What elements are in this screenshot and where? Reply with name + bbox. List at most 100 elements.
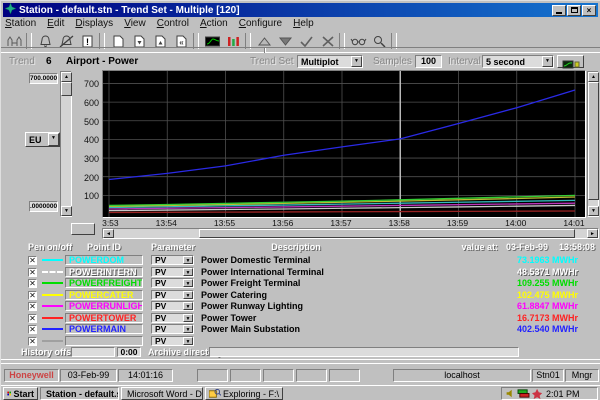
- chevron-down-icon[interactable]: ▼: [351, 56, 362, 67]
- point-id-field[interactable]: [65, 336, 143, 346]
- taskbar-task-station-task[interactable]: Station - default.stn -...: [40, 387, 119, 400]
- trend-set-select[interactable]: Multiplot ▼: [297, 55, 363, 68]
- trend-type-icon: [562, 60, 580, 69]
- legend-row: ✕POWERINTERNPV▼Power International Termi…: [1, 267, 600, 278]
- volume-icon[interactable]: [505, 388, 515, 399]
- chevron-down-icon[interactable]: ▼: [183, 325, 193, 333]
- pen-on-off-checkbox[interactable]: ✕: [28, 279, 37, 288]
- interval-value: 5 second: [483, 57, 542, 67]
- parameter-select[interactable]: PV▼: [151, 324, 194, 334]
- parameter-select[interactable]: PV▼: [151, 313, 194, 323]
- parameter-select[interactable]: PV▼: [151, 336, 194, 346]
- taskbar-task-word-task[interactable]: WMicrosoft Word - Document5: [121, 387, 203, 400]
- taskbar-task-explorer-task[interactable]: Exploring - F:\: [205, 387, 283, 400]
- trend-plot[interactable]: [102, 70, 586, 218]
- scroll-left-icon[interactable]: ◄: [103, 229, 114, 238]
- legend-row: ✕POWERCATERPV▼Power Catering102.475 MWHr: [1, 290, 600, 301]
- trend-type-button[interactable]: [557, 55, 584, 68]
- pan-button[interactable]: [71, 223, 95, 235]
- parameter-select[interactable]: PV▼: [151, 290, 194, 300]
- menu-item-station[interactable]: Station: [5, 18, 36, 30]
- menu-item-help[interactable]: Help: [293, 18, 314, 30]
- parameter-select[interactable]: PV▼: [151, 301, 194, 311]
- chevron-down-icon[interactable]: ▼: [48, 133, 59, 146]
- pen-on-off-checkbox[interactable]: ✕: [28, 302, 37, 311]
- point-value: 61.8847 MWHr: [451, 301, 578, 311]
- maximize-button[interactable]: [567, 5, 581, 16]
- scroll-down-icon[interactable]: ▼: [588, 206, 599, 216]
- point-id-field[interactable]: POWERDOM: [65, 255, 143, 265]
- point-id-field[interactable]: POWERFREIGHT: [65, 278, 143, 288]
- menu-item-edit[interactable]: Edit: [47, 18, 64, 30]
- scroll-up-icon[interactable]: ▲: [588, 72, 599, 82]
- y-tick-label: 600: [84, 98, 99, 108]
- parameter-select[interactable]: PV▼: [151, 267, 194, 277]
- close-button[interactable]: ×: [582, 5, 596, 16]
- scrollbar-thumb[interactable]: [588, 82, 599, 200]
- start-button[interactable]: Start: [3, 387, 38, 400]
- point-id-field[interactable]: POWERCATER: [65, 290, 143, 300]
- chevron-down-icon[interactable]: ▼: [183, 268, 193, 276]
- menu-item-configure[interactable]: Configure: [239, 18, 282, 30]
- scrollbar-thumb[interactable]: [199, 229, 575, 238]
- status-cell-empty: [329, 369, 360, 382]
- point-description: Power Catering: [201, 290, 267, 300]
- menu-item-control[interactable]: Control: [157, 18, 189, 30]
- pen-on-off-checkbox[interactable]: ✕: [28, 291, 37, 300]
- parameter-header: Parameter: [151, 242, 195, 252]
- point-id-field[interactable]: POWERMAIN: [65, 324, 143, 334]
- menu-bar: Station Edit Displays View Control Action Conf…: [5, 18, 314, 30]
- plot-vscrollbar[interactable]: ▲ ▼: [587, 71, 599, 217]
- status-separator: [1, 359, 600, 364]
- parameter-select[interactable]: PV▼: [151, 278, 194, 288]
- pen-on-off-checkbox[interactable]: ✕: [28, 337, 37, 346]
- pen-color-sample: [42, 305, 63, 307]
- chevron-down-icon[interactable]: ▼: [183, 256, 193, 264]
- minimize-button[interactable]: [552, 5, 566, 16]
- chevron-down-icon[interactable]: ▼: [183, 302, 193, 310]
- history-offset-input[interactable]: [71, 347, 115, 357]
- status-access-level: Mngr: [565, 369, 599, 382]
- interval-select[interactable]: 5 second ▼: [482, 55, 554, 68]
- toolbar-separator: [1, 47, 600, 53]
- chevron-down-icon[interactable]: ▼: [542, 56, 553, 67]
- status-cell-empty: [296, 369, 327, 382]
- pen-color-sample: [42, 328, 63, 330]
- chevron-down-icon[interactable]: ▼: [183, 291, 193, 299]
- chevron-down-icon[interactable]: ▼: [183, 337, 193, 345]
- menu-item-displays[interactable]: Displays: [75, 18, 113, 30]
- pen-on-off-checkbox[interactable]: ✕: [28, 268, 37, 277]
- x-tick-label: 13:53: [102, 218, 125, 228]
- x-tick-label: 13:54: [149, 218, 183, 228]
- menu-item-action[interactable]: Action: [200, 18, 228, 30]
- brand-label: Honeywell: [4, 369, 59, 382]
- y-max-input[interactable]: 700.0000: [29, 73, 58, 84]
- pen-on-off-checkbox[interactable]: ✕: [28, 256, 37, 265]
- windows-logo-icon: [7, 388, 11, 399]
- point-id-field[interactable]: POWERINTERN: [65, 267, 143, 277]
- parameter-value: PV: [152, 290, 183, 300]
- samples-input[interactable]: 100: [415, 55, 442, 68]
- y-min-input[interactable]: .0000000: [29, 201, 58, 212]
- pen-color-sample: [42, 294, 63, 296]
- parameter-select[interactable]: PV▼: [151, 255, 194, 265]
- scroll-right-icon[interactable]: ►: [587, 229, 598, 238]
- point-value: 402.540 MWHr: [451, 324, 578, 334]
- station-window: Station - default.stn - Trend Set - Mult…: [0, 0, 600, 400]
- point-id-field[interactable]: POWERRUNLIGHT: [65, 301, 143, 311]
- point-id-field[interactable]: POWERTOWER: [65, 313, 143, 323]
- archive-directory-input[interactable]: [209, 347, 519, 357]
- chevron-down-icon[interactable]: ▼: [183, 314, 193, 322]
- parameter-value: PV: [152, 267, 183, 277]
- menu-item-view[interactable]: View: [124, 18, 146, 30]
- alarm-tray-icon[interactable]: [532, 388, 543, 399]
- pen-on-off-checkbox[interactable]: ✕: [28, 314, 37, 323]
- history-offset-value[interactable]: 0:00: [117, 347, 141, 357]
- network-cards-icon[interactable]: [517, 388, 530, 399]
- status-station: Stn01: [532, 369, 564, 382]
- chevron-down-icon[interactable]: ▼: [183, 279, 193, 287]
- unit-select[interactable]: EU ▼: [25, 132, 60, 147]
- pen-on-off-checkbox[interactable]: ✕: [28, 325, 37, 334]
- trend-number: 6: [46, 56, 52, 67]
- plot-hscrollbar[interactable]: ◄ ►: [102, 228, 599, 239]
